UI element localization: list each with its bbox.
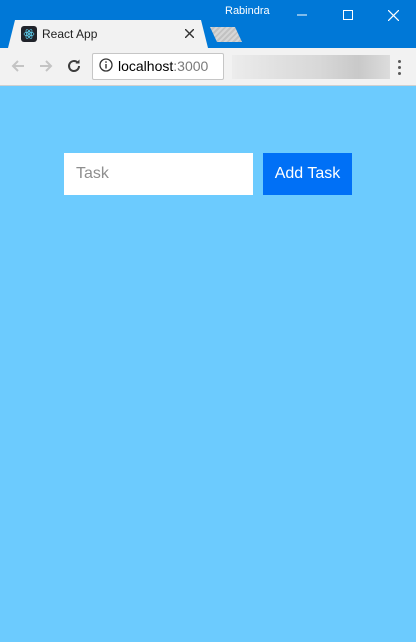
reload-icon <box>68 59 81 72</box>
extensions-area <box>232 55 390 79</box>
task-input[interactable] <box>64 153 253 195</box>
browser-tab[interactable] <box>8 20 208 48</box>
minimize-icon <box>297 14 307 16</box>
kebab-menu-icon[interactable] <box>391 57 407 77</box>
reload-button[interactable] <box>64 56 84 76</box>
info-icon[interactable] <box>99 58 113 72</box>
arrow-right-icon <box>40 60 53 72</box>
arrow-left-icon <box>11 60 24 72</box>
url-text[interactable]: localhost:3000 <box>118 58 208 74</box>
add-task-button[interactable]: Add Task <box>263 153 352 195</box>
back-button[interactable] <box>8 56 28 76</box>
window-minimize-button[interactable] <box>279 0 325 30</box>
url-port: :3000 <box>173 58 209 74</box>
forward-button[interactable] <box>36 56 56 76</box>
tab-close-button[interactable] <box>181 25 197 41</box>
close-icon <box>387 9 399 21</box>
close-icon <box>184 28 194 38</box>
react-logo-icon <box>21 26 37 42</box>
url-host: localhost <box>118 58 174 74</box>
window-close-button[interactable] <box>370 0 416 30</box>
maximize-icon <box>343 10 353 20</box>
tab-title: React App <box>42 27 98 41</box>
profile-name[interactable]: Rabindra <box>225 5 270 17</box>
window-maximize-button[interactable] <box>325 0 371 30</box>
